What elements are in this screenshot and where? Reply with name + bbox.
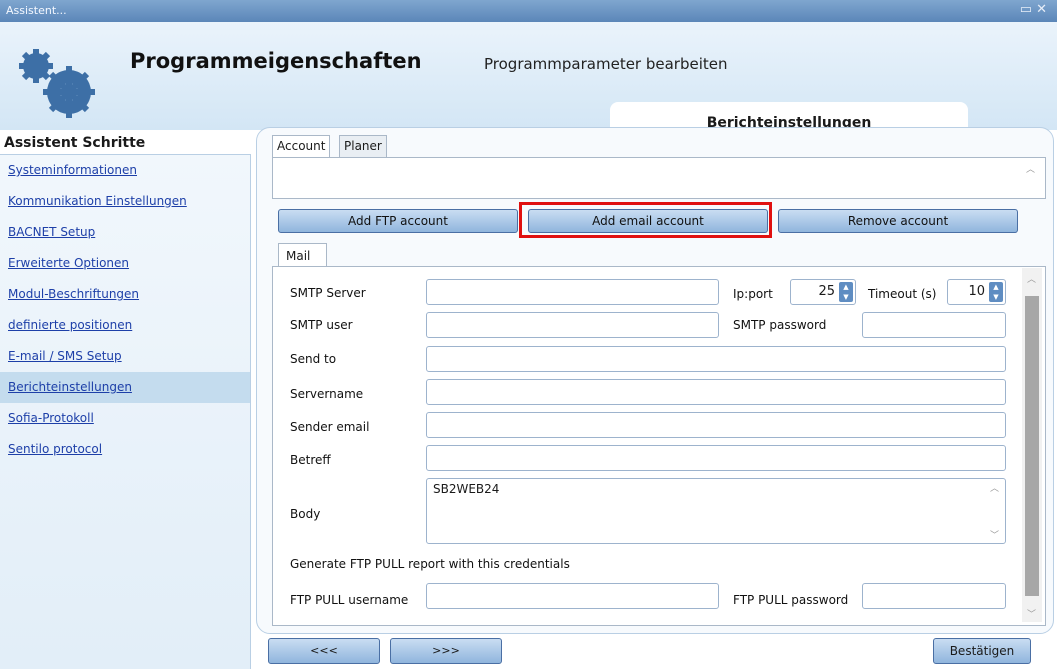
sidebar-item-sofia-protokoll[interactable]: Sofia-Protokoll <box>0 403 250 434</box>
servername-input[interactable] <box>426 379 1006 405</box>
ipport-value: 25 <box>818 284 835 299</box>
tab-mail[interactable]: Mail <box>278 243 327 268</box>
body-textarea[interactable]: SB2WEB24 ︿ ﹀ <box>426 478 1006 544</box>
ipport-spinner[interactable]: 25 ▲ ▼ <box>790 279 856 305</box>
chevron-up-icon[interactable]: ︿ <box>1026 162 1035 175</box>
sidebar-item-erweiterte-optionen[interactable]: Erweiterte Optionen <box>0 248 250 279</box>
sender-email-label: Sender email <box>290 420 370 434</box>
sidebar-item-bacnet[interactable]: BACNET Setup <box>0 217 250 248</box>
tab-account[interactable]: Account <box>272 135 331 157</box>
tab-planer[interactable]: Planer <box>339 135 387 157</box>
header: Programmeigenschaften Programmparameter … <box>0 22 1057 140</box>
mail-scrollbar[interactable]: ︿ ﹀ <box>1022 268 1042 622</box>
smtp-user-input[interactable] <box>426 312 719 338</box>
chevron-down-icon[interactable]: ﹀ <box>990 528 999 541</box>
sidebar: Systeminformationen Kommunikation Einste… <box>0 154 251 669</box>
sidebar-item-email-sms[interactable]: E-mail / SMS Setup <box>0 341 250 372</box>
page-subtitle: Programmparameter bearbeiten <box>484 55 728 73</box>
send-to-label: Send to <box>290 352 337 366</box>
scrollbar-thumb[interactable] <box>1025 296 1039 596</box>
add-ftp-account-button[interactable]: Add FTP account <box>278 209 518 233</box>
sender-email-input[interactable] <box>426 412 1006 438</box>
ftp-pull-password-label: FTP PULL password <box>733 593 849 607</box>
confirm-button[interactable]: Bestätigen <box>933 638 1031 664</box>
smtp-password-input[interactable] <box>862 312 1006 338</box>
timeout-value: 10 <box>968 284 985 299</box>
window-title: Assistent... <box>6 4 67 17</box>
sidebar-item-kommunikation[interactable]: Kommunikation Einstellungen <box>0 186 250 217</box>
gears-icon <box>19 49 95 118</box>
next-button[interactable]: >>> <box>390 638 502 664</box>
window-controls[interactable]: ▭✕ <box>1020 2 1051 17</box>
close-icon[interactable]: ✕ <box>1036 2 1051 17</box>
subject-label: Betreff <box>290 453 331 467</box>
ftp-pull-username-input[interactable] <box>426 583 719 609</box>
sidebar-item-berichteinstellungen[interactable]: Berichteinstellungen <box>0 372 250 403</box>
sidebar-item-definierte-positionen[interactable]: definierte positionen <box>0 310 250 341</box>
timeout-label: Timeout (s) <box>868 287 937 301</box>
remove-account-button[interactable]: Remove account <box>778 209 1018 233</box>
ftp-pull-note: Generate FTP PULL report with this crede… <box>290 557 570 571</box>
servername-label: Servername <box>290 387 364 401</box>
page-title: Programmeigenschaften <box>130 49 422 73</box>
smtp-password-label: SMTP password <box>733 318 827 332</box>
account-list-scrollbar[interactable]: ︿ <box>1020 158 1042 196</box>
chevron-up-icon[interactable]: ︿ <box>1027 272 1036 285</box>
timeout-spinner[interactable]: 10 ▲ ▼ <box>947 279 1006 305</box>
account-list[interactable] <box>272 157 1046 199</box>
ipport-label: Ip:port <box>733 287 773 301</box>
smtp-user-label: SMTP user <box>290 318 353 332</box>
sidebar-item-sentilo[interactable]: Sentilo protocol <box>0 434 250 465</box>
smtp-server-label: SMTP Server <box>290 286 366 300</box>
chevron-up-icon[interactable]: ︿ <box>990 481 999 494</box>
chevron-down-icon[interactable]: ﹀ <box>1027 607 1036 620</box>
send-to-input[interactable] <box>426 346 1006 372</box>
subject-input[interactable] <box>426 445 1006 471</box>
smtp-server-input[interactable] <box>426 279 719 305</box>
ftp-pull-password-input[interactable] <box>862 583 1006 609</box>
body-text: SB2WEB24 <box>433 482 500 496</box>
ftp-pull-username-label: FTP PULL username <box>290 593 409 607</box>
highlight-box <box>519 202 772 238</box>
body-label: Body <box>290 507 321 521</box>
sidebar-item-systeminformationen[interactable]: Systeminformationen <box>0 155 250 186</box>
spinner-arrows-icon[interactable]: ▲ ▼ <box>839 282 853 302</box>
spinner-arrows-icon[interactable]: ▲ ▼ <box>989 282 1003 302</box>
window-titlebar: Assistent... ▭✕ <box>0 0 1057 22</box>
steps-title: Assistent Schritte <box>4 135 146 151</box>
prev-button[interactable]: <<< <box>268 638 380 664</box>
sidebar-item-modul-beschriftungen[interactable]: Modul-Beschriftungen <box>0 279 250 310</box>
restore-icon[interactable]: ▭ <box>1020 2 1036 17</box>
